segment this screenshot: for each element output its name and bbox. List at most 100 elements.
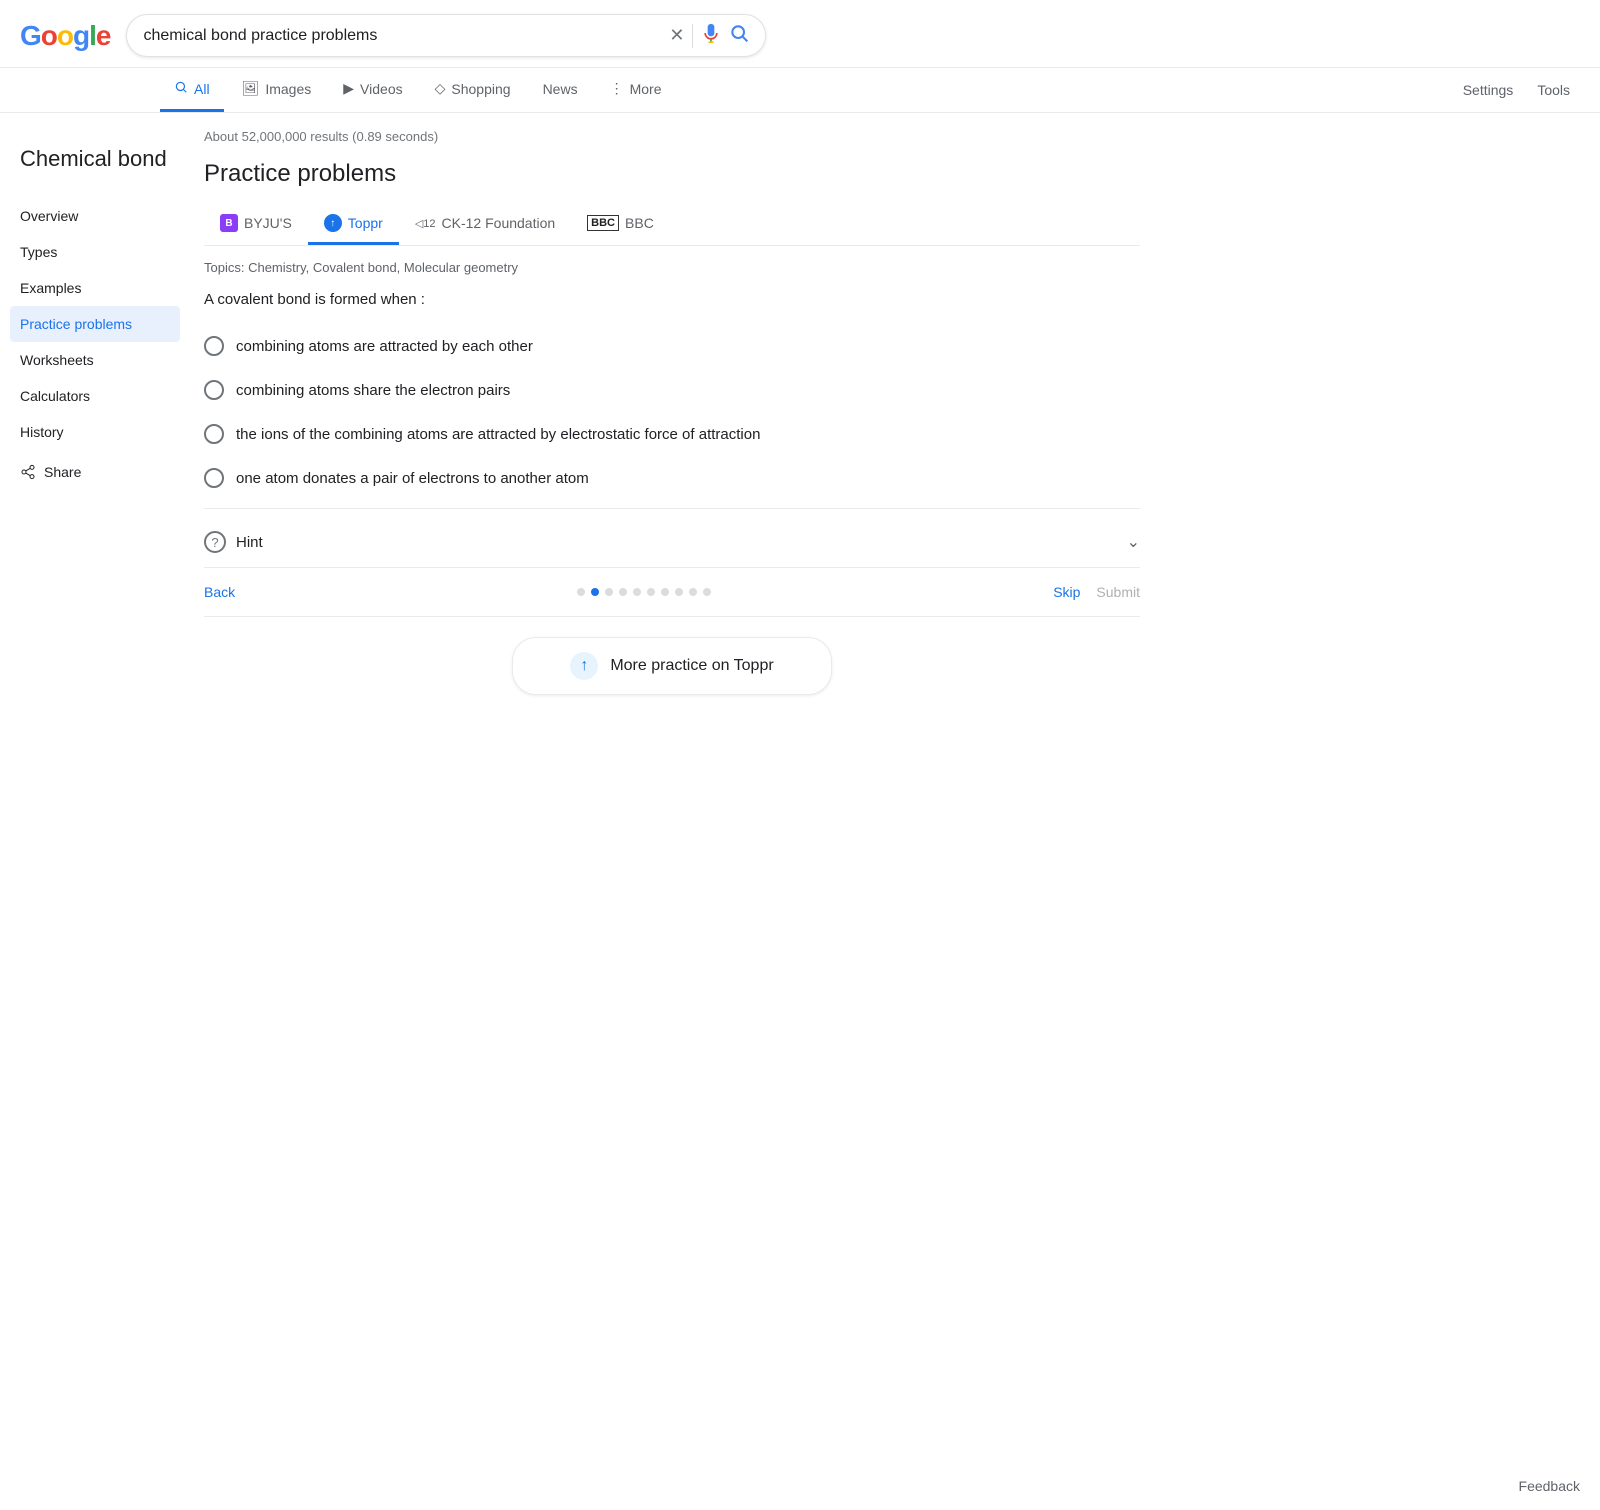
search-tab-icon [174, 80, 188, 97]
images-tab-icon: 🖼 [242, 80, 260, 97]
sidebar-item-worksheets[interactable]: Worksheets [20, 342, 180, 378]
nav-right: Skip Submit [1053, 584, 1140, 600]
option-3[interactable]: the ions of the combining atoms are attr… [204, 412, 1140, 456]
tab-news-label: News [543, 81, 578, 97]
sidebar-item-types[interactable]: Types [20, 234, 180, 270]
skip-button[interactable]: Skip [1053, 584, 1080, 600]
source-tab-bbc[interactable]: BBC BBC [571, 205, 670, 244]
back-button[interactable]: Back [204, 584, 235, 600]
videos-tab-icon: ▶ [343, 80, 354, 97]
nav-dot-2[interactable] [605, 588, 613, 596]
ck12-logo: ◁12 [415, 217, 436, 230]
nav-row: Back Skip Submit [204, 568, 1140, 617]
tab-shopping[interactable]: ◇ Shopping [421, 68, 525, 112]
tab-videos[interactable]: ▶ Videos [329, 68, 416, 112]
question-text: A covalent bond is formed when : [204, 287, 1140, 308]
source-tab-ck12-label: CK-12 Foundation [442, 215, 556, 231]
tab-images-label: Images [265, 81, 311, 97]
tab-images[interactable]: 🖼 Images [228, 68, 326, 112]
nav-dot-1[interactable] [591, 588, 599, 596]
sidebar-item-examples[interactable]: Examples [20, 270, 180, 306]
tab-more-label: More [630, 81, 662, 97]
mic-icon[interactable] [701, 23, 721, 48]
share-icon [20, 464, 36, 480]
source-tab-byjus-label: BYJU'S [244, 215, 292, 231]
feedback-button[interactable]: Feedback [1519, 1478, 1580, 1494]
feedback-row: Feedback [0, 1466, 1600, 1510]
tab-news[interactable]: News [529, 69, 592, 112]
topics: Topics: Chemistry, Covalent bond, Molecu… [204, 246, 1140, 287]
tab-all-label: All [194, 81, 210, 97]
more-practice-button[interactable]: ↑ More practice on Toppr [512, 637, 832, 695]
main-layout: Chemical bond Overview Types Examples Pr… [0, 113, 1600, 1466]
nav-dot-0[interactable] [577, 588, 585, 596]
option-4[interactable]: one atom donates a pair of electrons to … [204, 456, 1140, 500]
byjus-logo: B [220, 214, 238, 232]
sidebar-title: Chemical bond [20, 145, 180, 174]
content: About 52,000,000 results (0.89 seconds) … [180, 129, 1140, 1466]
source-tab-toppr-label: Toppr [348, 215, 383, 231]
more-practice-row: ↑ More practice on Toppr [204, 617, 1140, 711]
option-2[interactable]: combining atoms share the electron pairs [204, 368, 1140, 412]
tabs-right: Settings Tools [1453, 70, 1580, 110]
sidebar-item-overview[interactable]: Overview [20, 198, 180, 234]
sidebar: Chemical bond Overview Types Examples Pr… [20, 129, 180, 1466]
toppr-logo: ↑ [324, 214, 342, 232]
source-tab-byjus[interactable]: B BYJU'S [204, 204, 308, 245]
source-tabs: B BYJU'S ↑ Toppr ◁12 CK-12 Foundation BB… [204, 204, 1140, 246]
share-button[interactable]: Share [20, 454, 180, 490]
option-3-label: the ions of the combining atoms are attr… [236, 426, 760, 443]
nav-dot-5[interactable] [647, 588, 655, 596]
option-2-label: combining atoms share the electron pairs [236, 382, 510, 399]
clear-icon[interactable]: ✕ [669, 25, 684, 46]
hint-row[interactable]: ? Hint ⌄ [204, 517, 1140, 568]
sidebar-item-practice-problems[interactable]: Practice problems [10, 306, 180, 342]
bbc-logo: BBC [587, 215, 619, 231]
header: Google ✕ [0, 0, 1600, 68]
radio-2 [204, 380, 224, 400]
tab-videos-label: Videos [360, 81, 403, 97]
divider-1 [204, 508, 1140, 509]
results-count: About 52,000,000 results (0.89 seconds) [204, 129, 1140, 144]
nav-dot-9[interactable] [703, 588, 711, 596]
sidebar-item-history[interactable]: History [20, 414, 180, 450]
option-1-label: combining atoms are attracted by each ot… [236, 338, 533, 355]
nav-dot-4[interactable] [633, 588, 641, 596]
hint-left: ? Hint [204, 531, 263, 553]
option-4-label: one atom donates a pair of electrons to … [236, 470, 589, 487]
source-tab-ck12[interactable]: ◁12 CK-12 Foundation [399, 205, 571, 244]
nav-dot-6[interactable] [661, 588, 669, 596]
tab-more[interactable]: ⋮ More [596, 68, 676, 112]
tabs-bar: All 🖼 Images ▶ Videos ◇ Shopping News ⋮ … [0, 68, 1600, 113]
nav-dot-3[interactable] [619, 588, 627, 596]
source-tab-bbc-label: BBC [625, 215, 654, 231]
option-1[interactable]: combining atoms are attracted by each ot… [204, 324, 1140, 368]
hint-icon: ? [204, 531, 226, 553]
search-bar: ✕ [126, 14, 766, 57]
nav-dot-8[interactable] [689, 588, 697, 596]
settings-tab[interactable]: Settings [1453, 70, 1524, 110]
more-practice-label: More practice on Toppr [610, 657, 773, 675]
shopping-tab-icon: ◇ [435, 80, 446, 97]
google-logo: Google [20, 20, 110, 52]
tab-shopping-label: Shopping [451, 81, 510, 97]
search-icon[interactable] [729, 23, 749, 48]
tools-tab[interactable]: Tools [1527, 70, 1580, 110]
tab-all[interactable]: All [160, 68, 224, 112]
toppr-circle-icon: ↑ [570, 652, 598, 680]
sidebar-item-calculators[interactable]: Calculators [20, 378, 180, 414]
search-input[interactable] [143, 27, 661, 45]
radio-3 [204, 424, 224, 444]
more-tab-icon: ⋮ [610, 80, 624, 97]
submit-button: Submit [1096, 584, 1140, 600]
nav-dots [577, 588, 711, 596]
radio-4 [204, 468, 224, 488]
source-tab-toppr[interactable]: ↑ Toppr [308, 204, 399, 245]
options-list: combining atoms are attracted by each ot… [204, 324, 1140, 500]
nav-dot-7[interactable] [675, 588, 683, 596]
chevron-down-icon: ⌄ [1127, 532, 1140, 552]
radio-1 [204, 336, 224, 356]
hint-label: Hint [236, 534, 263, 551]
share-label: Share [44, 464, 81, 480]
section-title: Practice problems [204, 160, 1140, 188]
